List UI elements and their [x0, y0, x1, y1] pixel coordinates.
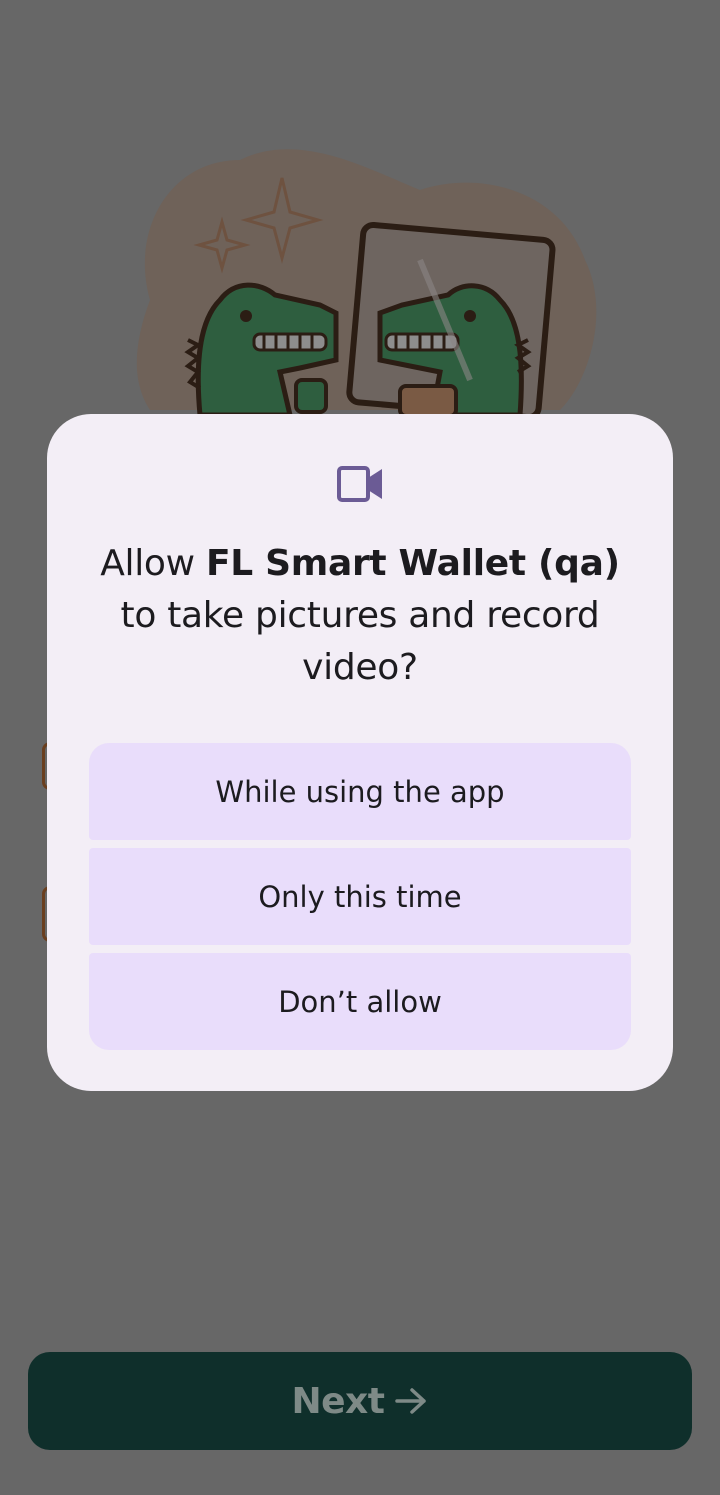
title-suffix: to take pictures and record video?	[120, 595, 600, 688]
crocodile-selfie-illustration	[136, 149, 597, 421]
only-this-time-button[interactable]: Only this time	[89, 848, 631, 945]
permission-dialog: Allow FL Smart Wallet (qa) to take pictu…	[47, 414, 673, 1091]
permission-options: While using the app Only this time Don’t…	[89, 743, 631, 1050]
while-using-app-label: While using the app	[215, 774, 505, 809]
videocam-icon	[337, 466, 382, 502]
arrow-right-icon	[394, 1386, 428, 1416]
only-this-time-label: Only this time	[258, 879, 462, 914]
dont-allow-label: Don’t allow	[278, 984, 442, 1019]
permission-title: Allow FL Smart Wallet (qa) to take pictu…	[77, 538, 643, 694]
title-prefix: Allow	[100, 543, 206, 584]
next-button-label: Next	[291, 1380, 385, 1422]
next-button[interactable]: Next	[28, 1352, 692, 1450]
app-name: FL Smart Wallet (qa)	[205, 543, 620, 584]
while-using-app-button[interactable]: While using the app	[89, 743, 631, 840]
dont-allow-button[interactable]: Don’t allow	[89, 953, 631, 1050]
